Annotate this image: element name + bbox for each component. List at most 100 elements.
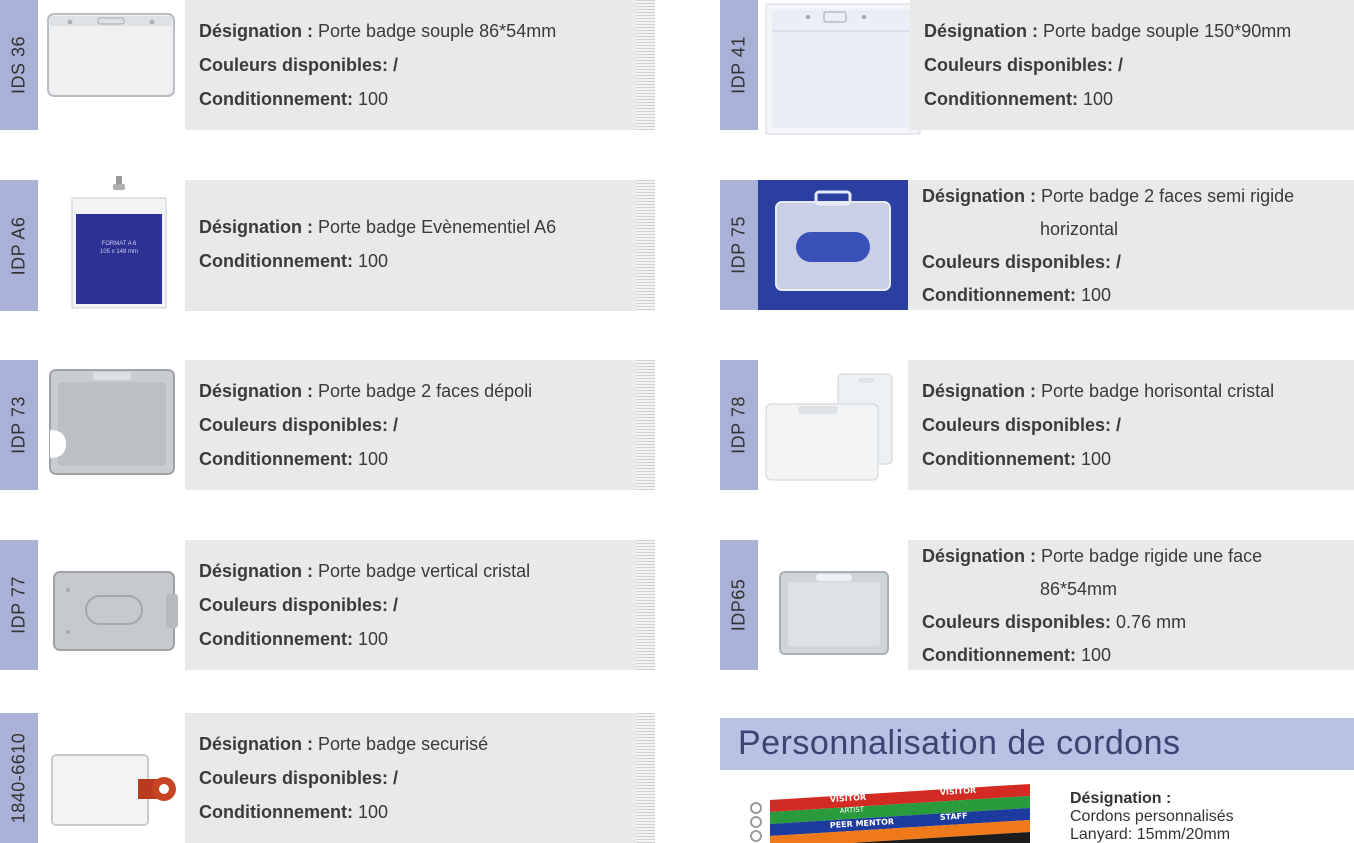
couleurs-label: Couleurs disponibles: xyxy=(922,252,1112,272)
barcode-strip xyxy=(637,540,655,670)
conditionnement-value: 100 xyxy=(1081,285,1112,305)
conditionnement-label: Conditionnement: xyxy=(922,449,1076,469)
product-photo xyxy=(38,713,185,843)
conditionnement-label: Conditionnement: xyxy=(199,89,353,109)
product-card-idp41: IDP 41 Désignation : Porte badge souple … xyxy=(720,0,1354,138)
designation-label: Désignation : xyxy=(199,381,314,401)
designation-value: Porte badge 2 faces dépoli xyxy=(318,381,533,401)
designation-value: Porte badge vertical cristal xyxy=(318,561,531,581)
product-info: Désignation : Porte badge souple 150*90m… xyxy=(910,0,1354,130)
product-info: Désignation : Porte badge vertical crist… xyxy=(185,540,655,670)
lanyard-word-staff: STAFF xyxy=(940,811,968,822)
conditionnement-value: 100 xyxy=(1081,449,1112,469)
barcode-strip xyxy=(637,0,655,130)
designation-value: Porte badge souple 86*54mm xyxy=(318,21,557,41)
product-photo xyxy=(758,540,908,670)
designation-value: Porte badge rigide une face xyxy=(1041,546,1263,566)
product-info: Désignation : Porte badge rigide une fac… xyxy=(908,540,1354,670)
product-info: Désignation : Porte badge 2 faces dépoli… xyxy=(185,360,655,490)
conditionnement-value: 100 xyxy=(358,89,389,109)
designation-label: Désignation : xyxy=(199,217,314,237)
section-title: Personnalisation de cordons xyxy=(738,724,1181,762)
couleurs-value: / xyxy=(1118,55,1124,75)
product-code-tab: IDP 41 xyxy=(720,0,758,130)
product-card-1840-6610: 1840-6610 Désignation : Porte badge secu… xyxy=(0,713,655,843)
product-code: IDP65 xyxy=(728,578,749,632)
product-photo xyxy=(760,0,925,138)
product-code: IDP 75 xyxy=(728,216,749,274)
product-code-tab: IDP65 xyxy=(720,540,758,670)
product-code: IDP 78 xyxy=(728,396,749,454)
conditionnement-value: 100 xyxy=(1083,89,1114,109)
lanyard-word-artist: ARTIST xyxy=(840,805,865,815)
couleurs-value: / xyxy=(1116,415,1122,435)
product-info: Désignation : Porte badge souple 86*54mm… xyxy=(185,0,655,130)
designation-cont: horizontal xyxy=(1040,219,1119,239)
designation-label: Désignation : xyxy=(199,561,314,581)
couleurs-value: / xyxy=(393,595,399,615)
product-code-tab: IDP 77 xyxy=(0,540,38,670)
couleurs-value: / xyxy=(393,768,399,788)
product-code: IDP 41 xyxy=(728,36,749,94)
couleurs-value: 0.76 mm xyxy=(1116,612,1187,632)
couleurs-label: Couleurs disponibles: xyxy=(199,595,389,615)
designation-value: Porte badge Evènementiel A6 xyxy=(318,217,557,237)
product-code: IDS 36 xyxy=(8,35,29,95)
product-photo: FORMAT A 6 105 x 148 mm xyxy=(58,172,180,317)
lanyard-photo: VISITOR VISITOR ARTIST PEER MENTOR STAFF xyxy=(740,778,1032,843)
conditionnement-value: 100 xyxy=(358,449,389,469)
barcode-strip xyxy=(637,180,655,311)
product-code-tab: 1840-6610 xyxy=(0,713,38,843)
product-code-tab: IDP 73 xyxy=(0,360,38,490)
lanyard-designation-label: Désignation : xyxy=(1070,790,1172,807)
product-photo xyxy=(758,180,908,310)
product-code: IDP A6 xyxy=(8,216,29,275)
designation-value: Porte badge horisontal cristal xyxy=(1041,381,1275,401)
product-code: IDP 77 xyxy=(8,576,29,634)
couleurs-value: / xyxy=(1116,252,1122,272)
product-card-ids36: IDS 36 Désignation : Porte badge souple … xyxy=(0,0,655,130)
product-info: Désignation : Porte badge Evènementiel A… xyxy=(185,180,655,311)
designation-label: Désignation : xyxy=(922,186,1037,206)
a6-format-line2: 105 x 148 mm xyxy=(99,249,139,255)
designation-value: Porte badge 2 faces semi rigide xyxy=(1041,186,1295,206)
couleurs-label: Couleurs disponibles: xyxy=(924,55,1114,75)
conditionnement-label: Conditionnement: xyxy=(922,645,1076,665)
product-card-idp65: IDP65 Désignation : Porte badge rigide u… xyxy=(720,540,1354,670)
product-photo xyxy=(38,0,185,130)
product-photo xyxy=(38,360,185,490)
designation-label: Désignation : xyxy=(199,21,314,41)
couleurs-label: Couleurs disponibles: xyxy=(199,55,389,75)
conditionnement-label: Conditionnement: xyxy=(199,251,353,271)
lanyard-line2: Lanyard: 15mm/20mm xyxy=(1070,826,1231,843)
conditionnement-value: 100 xyxy=(358,802,389,822)
couleurs-label: Couleurs disponibles: xyxy=(922,415,1112,435)
couleurs-label: Couleurs disponibles: xyxy=(922,612,1112,632)
couleurs-label: Couleurs disponibles: xyxy=(199,415,389,435)
product-code-tab: IDP 75 xyxy=(720,180,758,310)
section-title-bar: Personnalisation de cordons xyxy=(720,718,1354,770)
lanyard-info: Désignation : Cordons personnalisés Lany… xyxy=(1070,790,1340,843)
conditionnement-value: 100 xyxy=(1081,645,1112,665)
product-photo xyxy=(758,360,908,490)
conditionnement-label: Conditionnement: xyxy=(199,629,353,649)
product-info: Désignation : Porte badge securisé Coule… xyxy=(185,713,655,843)
product-card-idp73: IDP 73 Désignation : Porte badge 2 faces… xyxy=(0,360,655,490)
designation-cont: 86*54mm xyxy=(1040,579,1118,599)
a6-format-line1: FORMAT A 6 xyxy=(101,241,137,247)
product-code-tab: IDS 36 xyxy=(0,0,38,130)
conditionnement-value: 100 xyxy=(358,251,389,271)
conditionnement-label: Conditionnement: xyxy=(199,449,353,469)
barcode-strip xyxy=(637,713,655,843)
couleurs-label: Couleurs disponibles: xyxy=(199,768,389,788)
product-card-idp78: IDP 78 Désignation : Porte badge horison… xyxy=(720,360,1354,490)
product-photo xyxy=(38,540,185,670)
product-code-tab: IDP 78 xyxy=(720,360,758,490)
product-info: Désignation : Porte badge 2 faces semi r… xyxy=(908,180,1354,310)
product-code-tab: IDP A6 xyxy=(0,180,38,311)
product-card-idpa6: IDP A6 FORMAT A 6 105 x 148 mm Désignati… xyxy=(0,172,655,317)
a6-format-text: FORMAT A 6 105 x 148 mm xyxy=(76,240,162,256)
conditionnement-label: Conditionnement: xyxy=(924,89,1078,109)
couleurs-value: / xyxy=(393,55,399,75)
conditionnement-value: 100 xyxy=(358,629,389,649)
